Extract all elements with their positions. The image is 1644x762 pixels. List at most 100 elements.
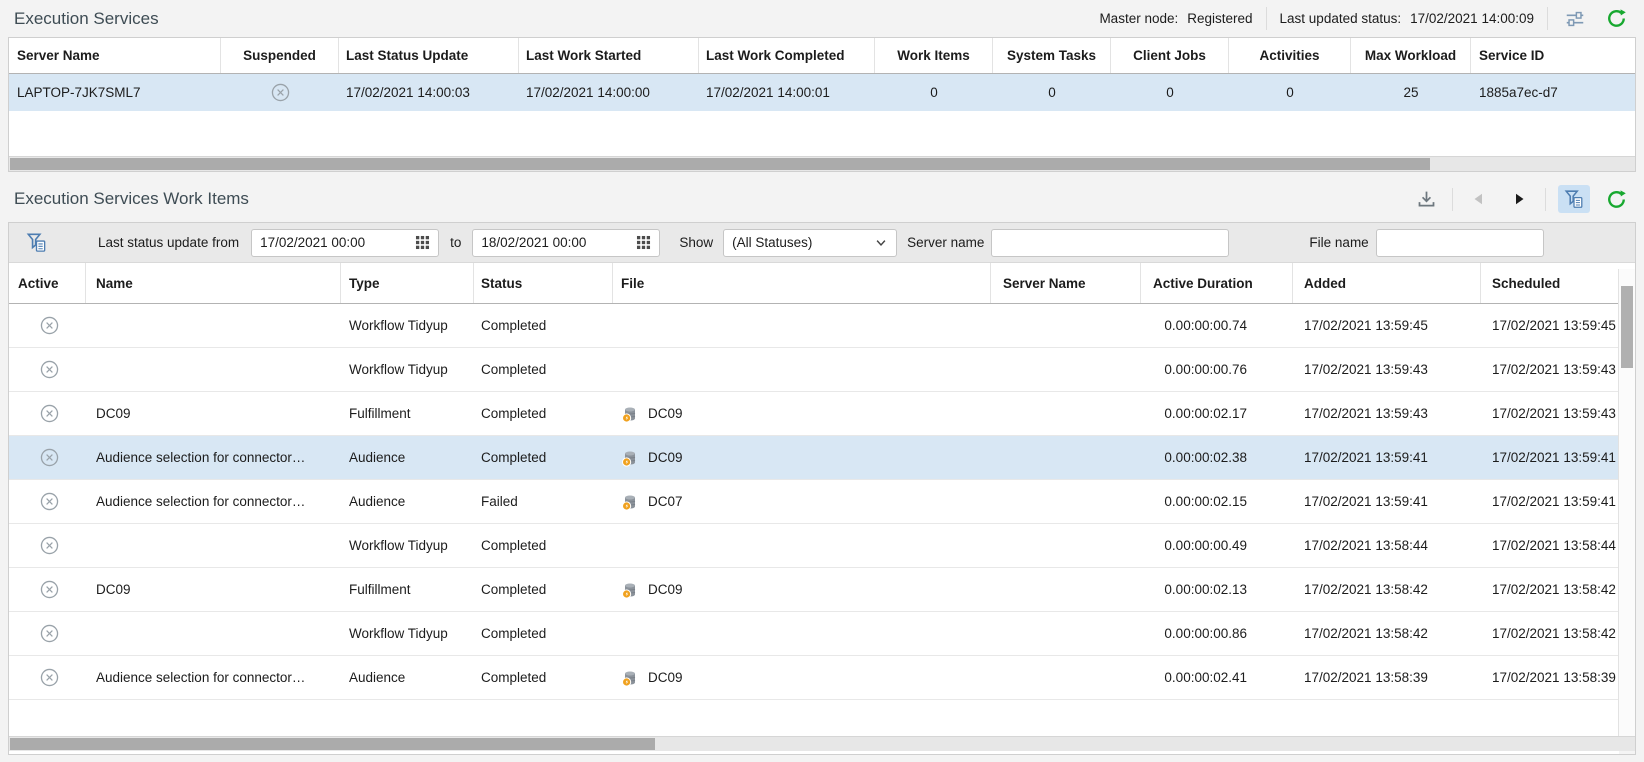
next-page-icon[interactable] — [1505, 186, 1533, 212]
name-cell — [86, 524, 341, 567]
status-cell: Completed — [474, 612, 613, 655]
table-row[interactable]: LAPTOP-7JK7SML7 17/02/2021 14:00:03 17/0… — [9, 74, 1635, 111]
filter-funnel-icon — [25, 231, 48, 254]
last-updated-status: Last updated status: 17/02/2021 14:00:09 — [1280, 11, 1534, 26]
server-name-cell — [991, 524, 1141, 567]
column-header[interactable]: Status — [474, 263, 613, 303]
cancel-circle-icon[interactable] — [39, 491, 60, 512]
column-header[interactable]: Server Name — [9, 38, 221, 73]
column-header[interactable]: Active — [9, 263, 86, 303]
active-duration-cell: 0.00:00:02.15 — [1141, 480, 1293, 523]
cancel-circle-icon[interactable] — [39, 579, 60, 600]
column-header[interactable]: File — [613, 263, 991, 303]
master-node-status: Master node: Registered — [1099, 11, 1252, 26]
cancel-circle-icon[interactable] — [39, 535, 60, 556]
file-cell — [613, 612, 991, 655]
cancel-circle-icon[interactable] — [39, 403, 60, 424]
active-duration-cell: 0.00:00:00.49 — [1141, 524, 1293, 567]
scrollbar-thumb[interactable] — [10, 738, 655, 750]
cancel-circle-icon[interactable] — [39, 447, 60, 468]
column-header[interactable]: Last Status Update — [339, 38, 519, 73]
added-cell: 17/02/2021 13:58:42 — [1293, 612, 1481, 655]
active-cell — [9, 392, 86, 435]
table-row[interactable]: Audience selection for connector… Audien… — [9, 480, 1635, 524]
refresh-icon[interactable] — [1602, 6, 1630, 32]
status-cell: Completed — [474, 348, 613, 391]
added-cell: 17/02/2021 13:59:41 — [1293, 480, 1481, 523]
column-header[interactable]: Server Name — [991, 263, 1141, 303]
column-header[interactable]: Last Work Completed — [699, 38, 875, 73]
scheduled-cell: 17/02/2021 13:58:42 — [1481, 568, 1635, 611]
name-cell: DC09 — [86, 392, 341, 435]
column-header[interactable]: Name — [86, 263, 341, 303]
refresh-icon[interactable] — [1602, 186, 1630, 212]
cancel-circle-icon[interactable] — [39, 359, 60, 380]
date-from-input[interactable]: 17/02/2021 00:00 — [251, 229, 439, 257]
status-cell: Completed — [474, 304, 613, 347]
column-header[interactable]: Added — [1293, 263, 1481, 303]
server-name-input[interactable] — [991, 229, 1229, 257]
filter-toggle-icon[interactable] — [1558, 185, 1590, 213]
cancel-circle-icon[interactable] — [39, 667, 60, 688]
scrollbar-thumb[interactable] — [1621, 286, 1633, 368]
file-cell: DC07 — [613, 480, 991, 523]
active-cell — [9, 304, 86, 347]
cancel-circle-icon[interactable] — [39, 623, 60, 644]
date-to-input[interactable]: 18/02/2021 00:00 — [472, 229, 660, 257]
status-cell: Completed — [474, 656, 613, 699]
calendar-icon[interactable] — [415, 235, 430, 250]
server-name-cell — [991, 304, 1141, 347]
cancel-circle-icon[interactable] — [39, 315, 60, 336]
column-header[interactable]: Suspended — [221, 38, 339, 73]
column-header[interactable]: Scheduled — [1481, 263, 1635, 303]
type-cell: Workflow Tidyup — [341, 524, 474, 567]
added-cell: 17/02/2021 13:59:43 — [1293, 348, 1481, 391]
horizontal-scrollbar[interactable] — [9, 736, 1635, 751]
table-row[interactable]: Workflow Tidyup Completed 0.00:00:00.86 … — [9, 612, 1635, 656]
active-cell — [9, 612, 86, 655]
column-header[interactable]: Client Jobs — [1111, 38, 1229, 73]
table-row[interactable]: Audience selection for connector… Audien… — [9, 656, 1635, 700]
table-row[interactable]: Workflow Tidyup Completed 0.00:00:00.76 … — [9, 348, 1635, 392]
table-row[interactable]: DC09 Fulfillment Completed DC09 0.00:00:… — [9, 568, 1635, 612]
services-header: Execution Services Master node: Register… — [0, 0, 1644, 37]
column-header[interactable]: Work Items — [875, 38, 993, 73]
date-from-label: Last status update from — [98, 235, 239, 250]
previous-page-icon[interactable] — [1465, 186, 1493, 212]
active-duration-cell: 0.00:00:02.41 — [1141, 656, 1293, 699]
column-header[interactable]: Active Duration — [1141, 263, 1293, 303]
master-node-label: Master node: — [1099, 11, 1178, 26]
status-cell: Completed — [474, 524, 613, 567]
status-dropdown[interactable]: (All Statuses) — [723, 229, 897, 257]
column-header[interactable]: Type — [341, 263, 474, 303]
scheduled-cell: 17/02/2021 13:59:43 — [1481, 348, 1635, 391]
active-duration-cell: 0.00:00:02.17 — [1141, 392, 1293, 435]
active-cell — [9, 348, 86, 391]
scheduled-cell: 17/02/2021 13:59:43 — [1481, 392, 1635, 435]
server-name-label: Server name — [907, 235, 984, 250]
status-cell: Completed — [474, 568, 613, 611]
settings-sliders-icon[interactable] — [1561, 6, 1589, 32]
column-header[interactable]: System Tasks — [993, 38, 1111, 73]
divider — [1452, 188, 1453, 211]
vertical-scrollbar[interactable] — [1618, 269, 1635, 736]
horizontal-scrollbar[interactable] — [9, 156, 1635, 171]
scrollbar-thumb[interactable] — [10, 158, 1430, 170]
table-row[interactable]: Workflow Tidyup Completed 0.00:00:00.49 … — [9, 524, 1635, 568]
table-row[interactable]: Workflow Tidyup Completed 0.00:00:00.74 … — [9, 304, 1635, 348]
column-header[interactable]: Activities — [1229, 38, 1351, 73]
column-header[interactable]: Max Workload — [1351, 38, 1471, 73]
table-row[interactable]: DC09 Fulfillment Completed DC09 0.00:00:… — [9, 392, 1635, 436]
type-cell: Audience — [341, 656, 474, 699]
last-work-started-cell: 17/02/2021 14:00:00 — [519, 74, 699, 111]
type-cell: Audience — [341, 480, 474, 523]
column-header[interactable]: Last Work Started — [519, 38, 699, 73]
scheduled-cell: 17/02/2021 13:59:41 — [1481, 480, 1635, 523]
table-row-selected[interactable]: Audience selection for connector… Audien… — [9, 436, 1635, 480]
file-name-input[interactable] — [1376, 229, 1544, 257]
added-cell: 17/02/2021 13:59:43 — [1293, 392, 1481, 435]
calendar-icon[interactable] — [636, 235, 651, 250]
type-cell: Fulfillment — [341, 392, 474, 435]
column-header[interactable]: Service ID — [1471, 38, 1635, 73]
download-icon[interactable] — [1412, 186, 1440, 212]
